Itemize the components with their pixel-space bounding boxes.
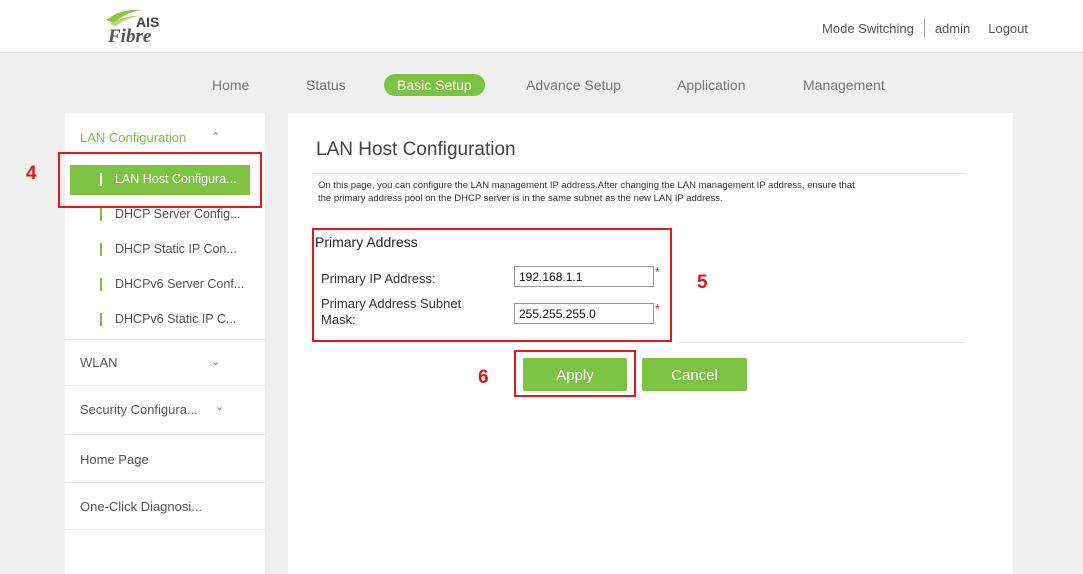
- page-description: On this page, you can configure the LAN …: [318, 180, 978, 205]
- chevron-down-icon[interactable]: ⌄: [211, 355, 220, 368]
- description-line: On this page, you can configure the LAN …: [318, 180, 855, 191]
- mode-switching-link[interactable]: Mode Switching: [822, 21, 914, 36]
- sidebar-item-dhcpv6-server-config[interactable]: DHCPv6 Server Conf...: [70, 270, 250, 300]
- admin-user-link[interactable]: admin: [935, 21, 970, 36]
- item-marker: [100, 243, 102, 256]
- item-marker: [100, 208, 102, 221]
- sidebar-divider: [65, 385, 265, 386]
- sidebar-item-dhcp-static-ip[interactable]: DHCP Static IP Con...: [70, 235, 250, 265]
- chevron-down-icon[interactable]: ⌄: [215, 400, 224, 413]
- nav-management[interactable]: Management: [803, 77, 885, 93]
- main-content: LAN Host Configuration On this page, you…: [288, 113, 1013, 574]
- page-title: LAN Host Configuration: [316, 139, 516, 160]
- sidebar-divider: [65, 482, 265, 483]
- top-bar: AIS Fibre Mode Switching admin Logout: [0, 0, 1083, 53]
- cancel-button[interactable]: Cancel: [642, 358, 747, 391]
- annotation-number: 5: [697, 272, 708, 293]
- nav-application[interactable]: Application: [677, 77, 746, 93]
- form-divider: [678, 342, 966, 343]
- sidebar-divider: [65, 434, 265, 435]
- item-marker: [100, 313, 102, 326]
- annotation-box-primary-address: [312, 228, 672, 342]
- sidebar-item-label: DHCP Server Config...: [115, 207, 241, 221]
- annotation-box-apply: [514, 350, 636, 397]
- nav-home[interactable]: Home: [212, 77, 249, 93]
- nav-status[interactable]: Status: [306, 77, 346, 93]
- header-links: Mode Switching admin Logout: [822, 19, 1028, 37]
- logo-fibre-text: Fibre: [108, 26, 152, 47]
- annotation-number: 4: [26, 163, 37, 184]
- sidebar-group-lan-configuration[interactable]: LAN Configuration: [80, 130, 186, 145]
- sidebar-divider: [65, 339, 265, 340]
- logout-link[interactable]: Logout: [988, 21, 1028, 36]
- sidebar-item-label: DHCP Static IP Con...: [115, 242, 237, 256]
- description-line: the primary address pool on the DHCP ser…: [318, 192, 723, 204]
- annotation-box-lan-host: [58, 152, 262, 208]
- sidebar-group-security-configuration[interactable]: Security Configura...: [80, 402, 198, 417]
- ais-fibre-logo: AIS Fibre: [104, 4, 174, 48]
- sidebar-item-label: DHCPv6 Static IP C...: [115, 312, 237, 326]
- sidebar-group-one-click-diagnosis[interactable]: One-Click Diagnosi...: [80, 499, 202, 514]
- header-divider: [923, 19, 925, 37]
- sidebar-group-wlan[interactable]: WLAN: [80, 355, 118, 370]
- sidebar-item-label: DHCPv6 Server Conf...: [115, 277, 245, 291]
- annotation-number: 6: [478, 367, 489, 388]
- title-divider: [312, 173, 966, 174]
- sidebar-divider: [65, 529, 265, 530]
- item-marker: [100, 278, 102, 291]
- nav-basic-setup[interactable]: Basic Setup: [384, 74, 485, 96]
- main-nav: Home Status Basic Setup Advance Setup Ap…: [0, 74, 1083, 98]
- nav-advance-setup[interactable]: Advance Setup: [526, 77, 621, 93]
- sidebar-group-home-page[interactable]: Home Page: [80, 452, 149, 467]
- sidebar-item-dhcpv6-static-ip[interactable]: DHCPv6 Static IP C...: [70, 305, 250, 335]
- chevron-up-icon[interactable]: ⌃: [211, 130, 220, 143]
